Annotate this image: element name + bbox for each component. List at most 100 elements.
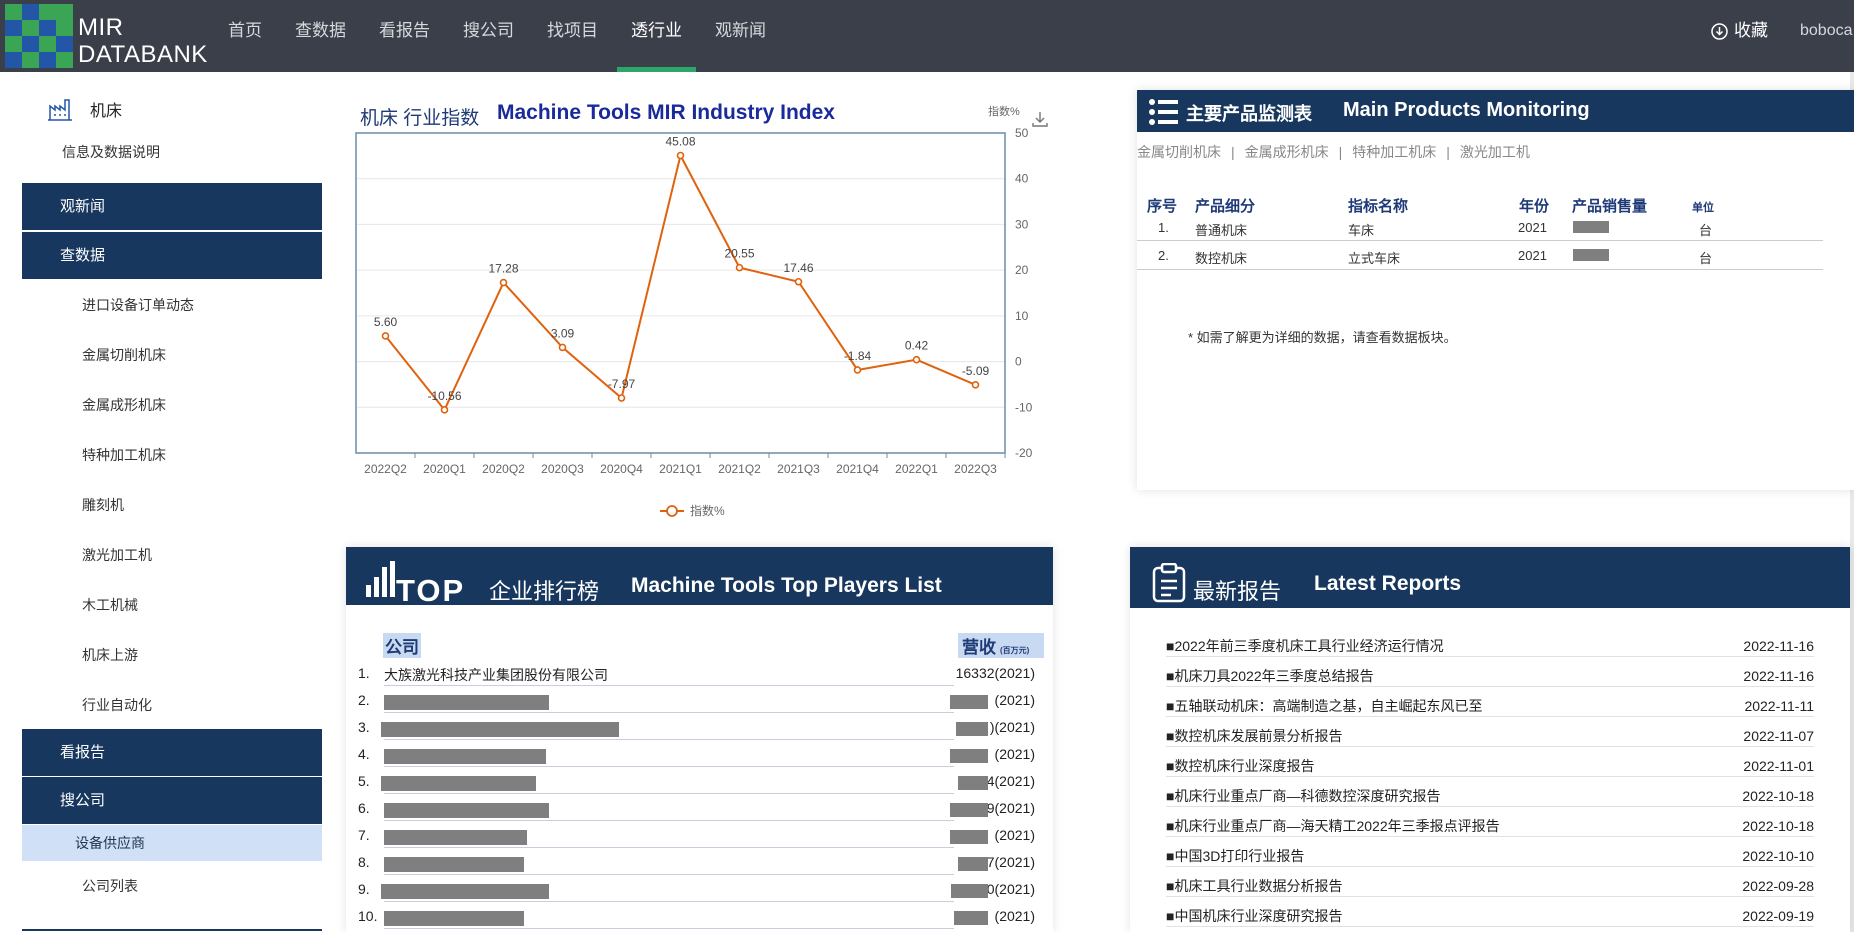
rank-number: 3. — [358, 719, 370, 735]
tab-separator: | — [1231, 144, 1235, 160]
row-divider — [384, 766, 954, 767]
data-point[interactable] — [381, 332, 390, 340]
sidebar-item-import-orders[interactable]: 进口设备订单动态 — [22, 280, 322, 330]
favorite-button[interactable]: 收藏 — [1711, 0, 1768, 62]
nav-home[interactable]: 首页 — [214, 0, 276, 72]
report-item[interactable]: ■机床行业重点厂商—海天精工2022年三季报点评报告 2022-10-18 — [1166, 816, 1814, 837]
data-point[interactable] — [853, 366, 862, 374]
mir-logo[interactable] — [5, 4, 73, 68]
report-title[interactable]: ■机床工具行业数据分析报告 — [1166, 878, 1342, 894]
nav-projects[interactable]: 找项目 — [533, 0, 612, 72]
data-point[interactable] — [794, 277, 803, 286]
data-point[interactable] — [971, 381, 980, 389]
tab-metal-cutting[interactable]: 金属切削机床 — [1137, 144, 1221, 160]
report-item[interactable]: ■2022年前三季度机床工具行业经济运行情况 2022-11-16 — [1166, 636, 1814, 657]
sidebar-item-metal-cutting[interactable]: 金属切削机床 — [22, 330, 322, 380]
redacted-value — [1573, 221, 1609, 233]
row-divider — [1137, 240, 1823, 241]
user-name[interactable]: boboca — [1800, 0, 1853, 62]
data-label: 17.46 — [783, 261, 813, 275]
report-title[interactable]: ■中国机床行业深度研究报告 — [1166, 908, 1342, 924]
report-title[interactable]: ■机床行业重点厂商—海天精工2022年三季报点评报告 — [1166, 818, 1500, 834]
tab-laser[interactable]: 激光加工机 — [1460, 144, 1530, 160]
tab-separator: | — [1338, 144, 1343, 160]
redacted-company — [381, 884, 549, 899]
nav-industry[interactable]: 透行业 — [617, 0, 696, 72]
row-indicator: 立式车床 — [1348, 251, 1401, 266]
report-item[interactable]: ■中国3D打印行业报告 2022-10-10 — [1166, 846, 1814, 867]
nav-data[interactable]: 查数据 — [281, 0, 360, 72]
sidebar-item-suppliers[interactable]: 设备供应商 — [22, 825, 322, 861]
report-title[interactable]: ■机床行业重点厂商—科德数控深度研究报告 — [1166, 788, 1440, 804]
data-point[interactable] — [440, 406, 449, 414]
x-tick-label: 2021Q4 — [836, 462, 879, 476]
data-label: -1.84 — [844, 349, 872, 363]
data-point[interactable] — [912, 355, 921, 364]
row-year: 2021 — [1518, 220, 1547, 235]
report-title[interactable]: ■五轴联动机床：高端制造之基，自主崛起东风已至 — [1166, 698, 1482, 714]
report-title[interactable]: ■机床刀具2022年三季度总结报告 — [1166, 668, 1374, 684]
redacted-company — [384, 857, 524, 872]
series-line — [384, 152, 976, 412]
report-date: 2022-11-07 — [1743, 728, 1814, 744]
redacted-revenue — [950, 830, 988, 844]
nav-news[interactable]: 观新闻 — [701, 0, 780, 72]
report-date: 2022-11-16 — [1743, 638, 1814, 654]
data-point[interactable] — [558, 343, 567, 352]
x-tick-label: 2022Q1 — [895, 462, 938, 476]
sidebar-item-metal-forming[interactable]: 金属成形机床 — [22, 380, 322, 430]
sidebar-section-reports[interactable]: 看报告 — [22, 729, 322, 776]
brand-line-1: MIR — [78, 14, 124, 41]
sidebar-item-special-machining[interactable]: 特种加工机床 — [22, 430, 322, 480]
nav-reports[interactable]: 看报告 — [365, 0, 444, 72]
sidebar-section-data[interactable]: 查数据 — [22, 232, 322, 279]
report-item[interactable]: ■机床行业重点厂商—科德数控深度研究报告 2022-10-18 — [1166, 786, 1814, 807]
col-header-segment: 产品细分 — [1195, 198, 1256, 215]
row-divider — [384, 928, 954, 929]
report-item[interactable]: ■中国机床行业深度研究报告 2022-09-19 — [1166, 906, 1814, 927]
sidebar-item-upstream[interactable]: 机床上游 — [22, 630, 322, 680]
sidebar-item-company-list[interactable]: 公司列表 — [22, 863, 322, 909]
sidebar-item-automation[interactable]: 行业自动化 — [22, 680, 322, 730]
legend-marker[interactable] — [666, 505, 678, 517]
report-item[interactable]: ■机床工具行业数据分析报告 2022-09-28 — [1166, 876, 1814, 897]
report-title[interactable]: ■2022年前三季度机床工具行业经济运行情况 — [1166, 638, 1444, 654]
nav-companies[interactable]: 搜公司 — [449, 0, 528, 72]
data-point[interactable] — [676, 151, 685, 160]
report-item[interactable]: ■数控机床发展前景分析报告 2022-11-07 — [1166, 726, 1814, 747]
rank-number: 7. — [358, 827, 370, 843]
report-item[interactable]: ■数控机床行业深度报告 2022-11-01 — [1166, 756, 1814, 777]
y-tick-label: 50 — [1015, 126, 1029, 140]
sidebar-section-company[interactable]: 搜公司 — [22, 777, 322, 824]
sidebar-item-engraving[interactable]: 雕刻机 — [22, 480, 322, 530]
data-point[interactable] — [617, 394, 626, 402]
top-navigation-bar: MIR DATABANK 首页 查数据 看报告 搜公司 找项目 透行业 观新闻 … — [0, 0, 1854, 72]
report-item[interactable]: ■五轴联动机床：高端制造之基，自主崛起东风已至 2022-11-11 — [1166, 696, 1814, 717]
plot-frame — [355, 132, 1006, 454]
sidebar-item-laser[interactable]: 激光加工机 — [22, 530, 322, 580]
redacted-revenue — [958, 776, 988, 790]
sidebar-section-news[interactable]: 观新闻 — [22, 183, 322, 230]
tab-metal-forming[interactable]: 金属成形机床 — [1245, 144, 1329, 160]
row-no: 2. — [1158, 248, 1169, 263]
data-point[interactable] — [735, 263, 744, 272]
x-tick-label: 2021Q2 — [718, 462, 761, 476]
brand-name[interactable]: MIR DATABANK — [78, 14, 208, 68]
sidebar-item-woodworking[interactable]: 木工机械 — [22, 580, 322, 630]
report-title[interactable]: ■数控机床发展前景分析报告 — [1166, 728, 1342, 744]
tab-special-machining[interactable]: 特种加工机床 — [1352, 144, 1436, 160]
report-item[interactable]: ■机床刀具2022年三季度总结报告 2022-11-16 — [1166, 666, 1814, 687]
row-indicator: 车床 — [1348, 223, 1375, 238]
y-tick-label: -10 — [1015, 400, 1033, 414]
row-divider — [384, 874, 954, 875]
info-link[interactable]: 信息及数据说明 — [62, 142, 160, 162]
x-tick-label: 2022Q2 — [364, 462, 407, 476]
legend-label[interactable]: 指数% — [690, 503, 725, 518]
data-point[interactable] — [499, 278, 508, 287]
report-title[interactable]: ■中国3D打印行业报告 — [1166, 848, 1304, 864]
company-name[interactable]: 大族激光科技产业集团股份有限公司 — [384, 665, 608, 685]
report-title[interactable]: ■数控机床行业深度报告 — [1166, 758, 1314, 774]
col-revenue: 营收 (百万元) — [958, 633, 1044, 658]
x-tick-label: 2020Q3 — [541, 462, 584, 476]
redacted-company — [381, 722, 619, 737]
